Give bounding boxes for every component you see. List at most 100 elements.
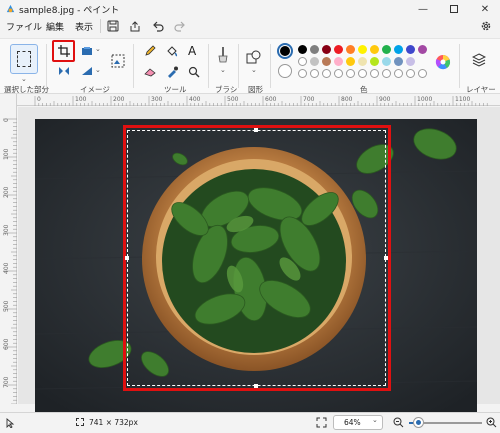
custom-color-slot[interactable] xyxy=(346,69,355,78)
selection-handle[interactable] xyxy=(384,256,388,260)
crop-button[interactable] xyxy=(52,40,75,62)
color-swatch[interactable] xyxy=(334,57,343,66)
color-picker-icon[interactable] xyxy=(166,66,178,78)
color-swatch[interactable] xyxy=(298,57,307,66)
zoom-slider-thumb[interactable] xyxy=(414,418,423,427)
color-swatch[interactable] xyxy=(382,45,391,54)
fill-bucket-icon[interactable] xyxy=(166,45,178,57)
custom-color-slot[interactable] xyxy=(382,69,391,78)
custom-color-slot[interactable] xyxy=(358,69,367,78)
pencil-icon[interactable] xyxy=(144,45,156,57)
rotate-icon[interactable] xyxy=(81,66,93,76)
redo-icon[interactable] xyxy=(174,20,186,32)
minimize-icon: — xyxy=(418,3,428,15)
color-swatch[interactable] xyxy=(358,45,367,54)
fit-to-window-icon[interactable] xyxy=(316,417,327,428)
color-swatch[interactable] xyxy=(346,57,355,66)
color-swatch[interactable] xyxy=(298,45,307,54)
select-tool-button[interactable] xyxy=(10,44,38,74)
color-swatch[interactable] xyxy=(382,57,391,66)
custom-color-slot[interactable] xyxy=(334,69,343,78)
ruler-horizontal-ticks: 0 100 200 300 400 500 600 700 800 900 1000 1100 xyxy=(34,96,488,106)
magnifier-icon[interactable] xyxy=(188,66,200,78)
layers-icon[interactable] xyxy=(472,53,486,67)
maximize-icon xyxy=(450,5,458,13)
flip-icon[interactable] xyxy=(58,66,70,76)
custom-color-slot[interactable] xyxy=(418,69,427,78)
color-swatch[interactable] xyxy=(334,45,343,54)
ruler-label: 100 xyxy=(3,148,10,160)
zoom-in-icon[interactable] xyxy=(486,417,497,428)
ruler-label: 700 xyxy=(303,96,315,103)
custom-color-slot[interactable] xyxy=(394,69,403,78)
custom-color-slot[interactable] xyxy=(298,69,307,78)
selection-marquee[interactable] xyxy=(127,130,386,386)
zoom-out-icon[interactable] xyxy=(393,417,404,428)
selection-handle[interactable] xyxy=(125,256,129,260)
ruler-label: 500 xyxy=(227,96,239,103)
maximize-button[interactable] xyxy=(439,0,469,18)
primary-color-button[interactable] xyxy=(277,43,293,59)
selection-handle[interactable] xyxy=(254,384,258,388)
selection-handle[interactable] xyxy=(254,128,258,132)
brush-chevron-icon[interactable]: ⌄ xyxy=(220,66,226,74)
ruler-label: 400 xyxy=(189,96,201,103)
color-swatch[interactable] xyxy=(322,45,331,54)
primary-color-swatch xyxy=(280,46,290,56)
color-swatch[interactable] xyxy=(322,57,331,66)
color-wheel-icon[interactable] xyxy=(435,54,451,70)
rotate-chevron-icon[interactable]: ⌄ xyxy=(95,66,101,74)
shapes-icon[interactable] xyxy=(246,49,262,65)
ribbon-separator xyxy=(238,44,239,88)
custom-color-slot[interactable] xyxy=(322,69,331,78)
ruler-label: 700 xyxy=(3,376,10,388)
close-button[interactable]: ✕ xyxy=(470,0,500,18)
color-swatch[interactable] xyxy=(406,45,415,54)
ruler-label: 300 xyxy=(151,96,163,103)
color-swatch[interactable] xyxy=(346,45,355,54)
color-swatch[interactable] xyxy=(310,57,319,66)
ruler-label: 200 xyxy=(3,186,10,198)
color-swatch[interactable] xyxy=(418,45,427,54)
ruler-label: 600 xyxy=(3,338,10,350)
resize-chevron-icon[interactable]: ⌄ xyxy=(95,45,101,53)
custom-color-slot[interactable] xyxy=(370,69,379,78)
custom-color-slot[interactable] xyxy=(406,69,415,78)
menu-view[interactable]: 表示 xyxy=(75,20,93,33)
color-palette xyxy=(298,45,428,80)
image-select-icon[interactable] xyxy=(111,54,125,68)
color-swatch[interactable] xyxy=(394,57,403,66)
close-icon: ✕ xyxy=(480,3,490,15)
save-icon[interactable] xyxy=(107,20,119,32)
resize-icon[interactable] xyxy=(81,46,93,56)
ruler-label: 1100 xyxy=(455,96,470,103)
share-icon[interactable] xyxy=(129,20,141,32)
shapes-chevron-icon[interactable]: ⌄ xyxy=(251,66,257,74)
window-title: sample8.jpg - ペイント xyxy=(19,6,120,16)
color-swatch[interactable] xyxy=(358,57,367,66)
custom-color-slot[interactable] xyxy=(310,69,319,78)
settings-gear-icon[interactable] xyxy=(480,20,492,32)
ruler-vertical-ticks: 0 100 200 300 400 500 600 700 xyxy=(3,118,17,404)
ribbon-separator xyxy=(270,44,271,88)
minimize-button[interactable]: — xyxy=(408,0,438,18)
crop-icon xyxy=(57,45,70,57)
color-swatch[interactable] xyxy=(310,45,319,54)
spinach-photo[interactable] xyxy=(35,119,477,412)
menu-file[interactable]: ファイル xyxy=(6,20,42,33)
ruler-label: 900 xyxy=(379,96,391,103)
eraser-icon[interactable] xyxy=(144,67,156,77)
color-swatch[interactable] xyxy=(394,45,403,54)
ruler-label: 0 xyxy=(3,118,10,122)
zoom-dropdown[interactable]: 64% ⌄ xyxy=(333,415,383,430)
menu-edit[interactable]: 編集 xyxy=(46,20,64,33)
color-swatch[interactable] xyxy=(406,57,415,66)
color-swatch[interactable] xyxy=(370,45,379,54)
text-tool-icon[interactable]: A xyxy=(188,44,196,58)
brush-icon[interactable] xyxy=(215,46,231,64)
secondary-color-button[interactable] xyxy=(278,64,292,78)
chevron-down-icon[interactable]: ⌄ xyxy=(21,75,27,83)
color-swatch[interactable] xyxy=(370,57,379,66)
ruler-label: 200 xyxy=(113,96,125,103)
undo-icon[interactable] xyxy=(152,20,164,32)
